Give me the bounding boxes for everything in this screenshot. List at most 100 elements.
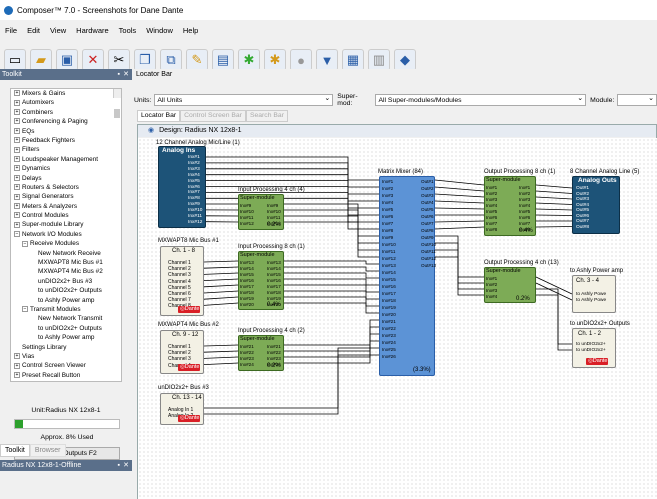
menu-edit[interactable]: Edit [22, 26, 45, 40]
expand-icon[interactable]: + [14, 109, 20, 116]
tab-locator-bar[interactable]: Locator Bar [137, 110, 181, 122]
edit-icon[interactable]: ✎ [186, 49, 208, 71]
expand-icon[interactable]: + [14, 118, 20, 125]
tree-item[interactable]: + EQs [11, 127, 121, 136]
tree-item[interactable]: + Combiners [11, 108, 121, 117]
menu-help[interactable]: Help [178, 26, 203, 40]
expand-icon[interactable]: + [14, 165, 20, 172]
tree-scroll-thumb[interactable] [114, 109, 120, 119]
expand-icon[interactable]: + [14, 137, 20, 144]
expand-icon[interactable]: + [14, 221, 20, 228]
menu-hardware[interactable]: Hardware [71, 26, 114, 40]
collapse-icon[interactable]: − [22, 306, 28, 313]
tree-item[interactable]: + Mixers & Gains [11, 89, 121, 98]
tree-item[interactable]: + Preset Recall Button [11, 371, 121, 380]
tree-item[interactable]: New Network Receive [11, 249, 121, 258]
tab-toolkit[interactable]: Toolkit [0, 444, 30, 457]
close-icon[interactable]: ✕ [123, 69, 129, 80]
pin-icon[interactable]: ▪ [118, 69, 120, 80]
tree-item[interactable]: + Signal Generators [11, 192, 121, 201]
expand-icon[interactable]: + [14, 156, 20, 163]
menu-window[interactable]: Window [141, 26, 178, 40]
expand-icon[interactable]: + [14, 99, 20, 106]
tree-item[interactable]: to Ashly Power amp [11, 296, 121, 305]
tree-item[interactable]: + Routers & Selectors [11, 183, 121, 192]
expand-icon[interactable]: + [14, 362, 20, 369]
tree-item[interactable]: Settings Library [11, 343, 121, 352]
menu-view[interactable]: View [45, 26, 71, 40]
tree-item[interactable]: + Conferencing & Paging [11, 117, 121, 126]
expand-icon[interactable]: + [14, 372, 20, 379]
open-icon[interactable]: ▰ [30, 49, 52, 71]
pin-icon[interactable]: ▪ [118, 460, 120, 471]
expand-icon[interactable]: + [14, 174, 20, 181]
tab-browser[interactable]: Browser [29, 444, 66, 457]
matrix-mixer-block[interactable] [379, 176, 435, 376]
tree-item[interactable]: to unDIO2x2+ Outputs [11, 324, 121, 333]
tree-item[interactable]: + Automixers [11, 98, 121, 107]
expand-icon[interactable]: + [14, 127, 20, 134]
collapse-icon[interactable]: − [22, 240, 28, 247]
tree-item[interactable]: + Vias [11, 352, 121, 361]
tree-item[interactable]: + Control Modules [11, 211, 121, 220]
tree-item[interactable]: + Dynamics [11, 164, 121, 173]
matrix-in: Inx#13 [382, 263, 396, 268]
tree-item-label: Control Modules [22, 212, 69, 220]
toolkit-tree[interactable]: + Mixers & Gains + Automixers + Combiners + Con… [10, 88, 122, 382]
analog-out-port: Out#4 [576, 202, 590, 208]
tree-item[interactable]: − Network I/O Modules [11, 230, 121, 239]
gear-green-icon[interactable]: ✱ [238, 49, 260, 71]
input-proc-4-a-in: Inx#12 [240, 221, 254, 226]
settings-icon[interactable]: ▦ [342, 49, 364, 71]
expand-icon[interactable]: + [14, 203, 20, 209]
cut-icon[interactable]: ✂ [108, 49, 130, 71]
supermod-dropdown[interactable]: All Super-modules/Modules [375, 93, 587, 106]
gear-yellow-icon[interactable]: ✱ [264, 49, 286, 71]
tree-item[interactable]: unDIO2x2+ Bus #3 [11, 277, 121, 286]
tree-item[interactable]: to unDIO2x2+ Outputs [11, 286, 121, 295]
close-icon[interactable]: ✕ [123, 460, 129, 471]
expand-icon[interactable]: + [14, 353, 20, 360]
expand-icon[interactable]: + [14, 212, 20, 219]
tree-item[interactable]: +External Hardware Icons [11, 380, 121, 382]
expand-icon[interactable]: + [14, 381, 20, 382]
tree-item[interactable]: New Network Transmit [11, 314, 121, 323]
tree-item[interactable]: + Filters [11, 145, 121, 154]
analog-out-port: Out#7 [576, 219, 590, 224]
help-icon[interactable]: ◆ [394, 49, 416, 71]
tab-search-bar[interactable]: Search Bar [245, 110, 288, 122]
tree-item[interactable]: MXWAPT4 Mic Bus #2 [11, 267, 121, 276]
design-canvas[interactable]: 12 Channel Analog Mic/Line (1) Analog Ins… [138, 138, 657, 499]
expand-icon[interactable]: + [14, 193, 20, 200]
expand-icon[interactable]: + [14, 146, 20, 153]
menu-file[interactable]: File [0, 26, 22, 40]
tree-item[interactable]: + Control Screen Viewer [11, 361, 121, 370]
tree-item[interactable]: − Receive Modules [11, 239, 121, 248]
units-dropdown[interactable]: All Units [154, 93, 334, 106]
tree-item[interactable]: − Transmit Modules [11, 305, 121, 314]
tree-item[interactable]: + Feedback Fighters [11, 136, 121, 145]
tree-item[interactable]: + Loudspeaker Management [11, 155, 121, 164]
expand-icon[interactable]: + [14, 90, 20, 97]
tree-scrollbar[interactable] [113, 89, 121, 119]
tree-item[interactable]: + Super-module Library [11, 220, 121, 229]
tree-item[interactable]: + Meters & Analyzers [11, 202, 121, 211]
module-dropdown[interactable] [617, 93, 657, 106]
menu-tools[interactable]: Tools [114, 26, 142, 40]
copy-icon[interactable]: ❐ [134, 49, 156, 71]
new-icon[interactable]: ▭ [4, 49, 26, 71]
stop-icon[interactable]: ● [290, 49, 312, 71]
print-icon[interactable]: ▤ [212, 49, 234, 71]
list-icon[interactable]: ▥ [368, 49, 390, 71]
delete-icon[interactable]: ✕ [82, 49, 104, 71]
paste-icon[interactable]: ⧉ [160, 49, 182, 71]
tab-control-screen-bar[interactable]: Control Screen Bar [180, 110, 246, 122]
collapse-icon[interactable]: − [14, 231, 20, 238]
tree-item[interactable]: MXWAPT8 Mic Bus #1 [11, 258, 121, 267]
tree-item[interactable]: to Ashly Power amp [11, 333, 121, 342]
input-proc-4-b-out: Inx#23 [267, 356, 281, 361]
save-icon[interactable]: ▣ [56, 49, 78, 71]
tree-item[interactable]: + Delays [11, 174, 121, 183]
expand-icon[interactable]: + [14, 184, 20, 191]
filter-icon[interactable]: ▼ [316, 49, 338, 71]
